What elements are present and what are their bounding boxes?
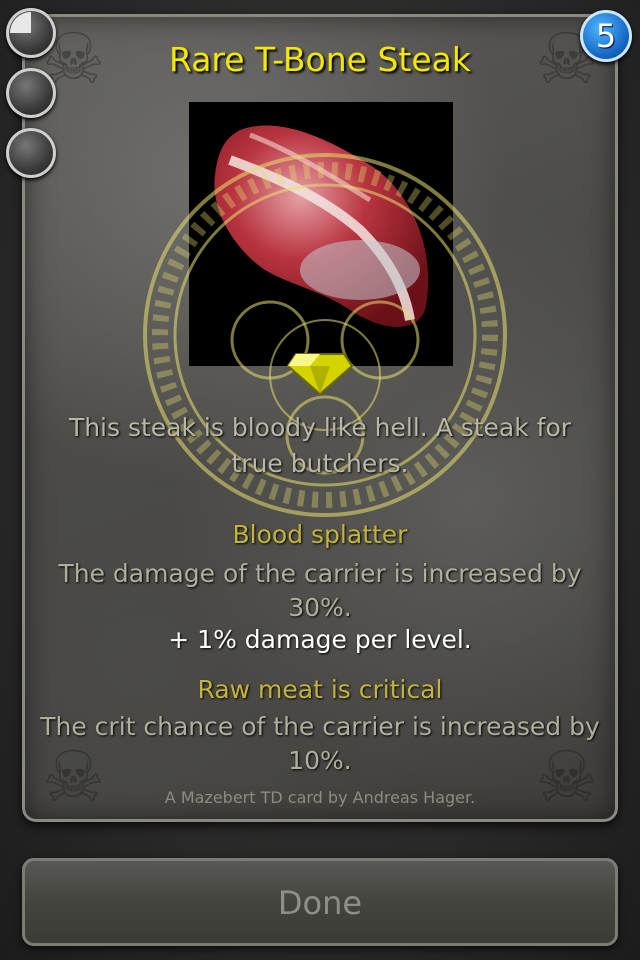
card-screen: ☠ ☠ ☠ ☠ Rare T-Bone Steak This steak is … [0,0,640,960]
ability-text: The crit chance of the carrier is increa… [40,712,600,775]
ability-name: Blood splatter [232,520,408,549]
done-button[interactable]: Done [22,858,618,946]
card-credits: A Mazebert TD card by Andreas Hager. [164,788,476,807]
ability-bonus: + 1% damage per level. [168,625,472,654]
level-badge: 5 [580,10,632,62]
slot-indicator [6,8,56,58]
card-title: Rare T-Bone Steak [169,40,471,79]
ability-text: The damage of the carrier is increased b… [58,559,582,622]
card-description: This steak is bloody like hell. A steak … [68,413,572,478]
rare-gem-icon [286,353,354,396]
ability-name: Raw meat is critical [197,675,443,704]
slot-indicator [6,128,56,178]
slot-indicator [6,68,56,118]
